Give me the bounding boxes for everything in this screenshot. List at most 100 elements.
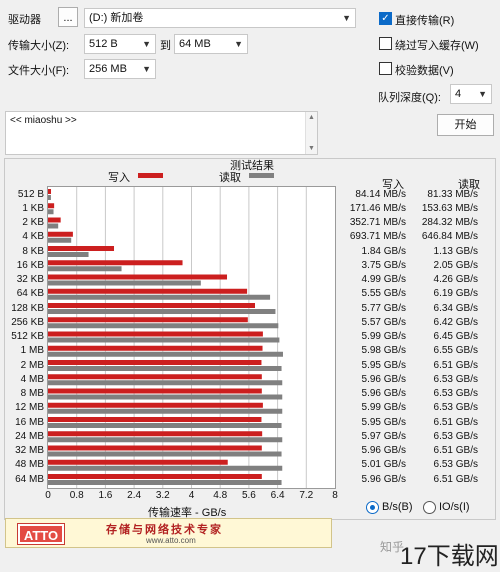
- read-bar: [48, 437, 283, 443]
- chart-plot-area: [47, 186, 336, 489]
- write-bar: [48, 274, 228, 280]
- read-value-label: 6.53 GB/s: [433, 373, 478, 385]
- read-value-label: 6.53 GB/s: [433, 430, 478, 442]
- drive-select[interactable]: (D:) 新加卷 ▼: [84, 8, 356, 28]
- write-legend-swatch: [138, 173, 163, 178]
- category-label: 1 KB: [22, 202, 44, 214]
- write-value-label: 5.95 GB/s: [361, 416, 406, 428]
- chevron-down-icon: ▼: [478, 89, 487, 99]
- write-value-label: 1.84 GB/s: [361, 245, 406, 257]
- write-bar: [48, 303, 255, 308]
- read-value-label: 1.13 GB/s: [433, 245, 478, 257]
- x-tick-label: 1.6: [98, 490, 113, 501]
- verify-label: 校验数据(V): [395, 65, 454, 77]
- read-bar: [48, 480, 282, 485]
- queue-depth-label: 队列深度(Q):: [378, 92, 441, 104]
- banner-slogan: 存储与网络技术专家: [106, 523, 223, 536]
- verify-checkbox[interactable]: [379, 62, 392, 75]
- read-value-label: 6.42 GB/s: [433, 316, 478, 328]
- unit-io-label: IO/s(I): [439, 501, 470, 513]
- chart-svg: [48, 187, 307, 488]
- start-button[interactable]: 开始: [437, 114, 494, 136]
- read-bar: [48, 195, 51, 200]
- drive-browse-button[interactable]: ...: [58, 7, 78, 27]
- category-label: 32 MB: [15, 445, 44, 456]
- write-value-label: 5.98 GB/s: [361, 345, 406, 357]
- read-bar: [48, 280, 201, 286]
- read-bar: [48, 451, 282, 457]
- scroll-up-icon[interactable]: ▲: [308, 114, 315, 121]
- read-bar: [48, 223, 59, 229]
- description-textarea[interactable]: << miaoshu >> ▲ ▼: [5, 111, 318, 155]
- x-tick-label: 8: [332, 490, 338, 501]
- unit-bs-radio[interactable]: [366, 501, 379, 514]
- write-value-label: 5.96 GB/s: [361, 373, 406, 385]
- read-bar: [48, 465, 283, 471]
- queue-depth-select[interactable]: 4 ▼: [450, 84, 492, 104]
- chevron-down-icon: ▼: [342, 13, 351, 23]
- write-value-label: 5.99 GB/s: [361, 331, 406, 342]
- scroll-down-icon[interactable]: ▼: [308, 145, 315, 152]
- read-value-label: 6.53 GB/s: [433, 402, 478, 414]
- write-bar: [48, 288, 248, 294]
- write-bar: [48, 317, 248, 323]
- category-label: 48 MB: [15, 459, 44, 471]
- write-value-label: 5.96 GB/s: [361, 473, 406, 485]
- read-value-label: 6.34 GB/s: [433, 302, 478, 314]
- unit-io-radio[interactable]: [423, 501, 436, 514]
- read-bar: [48, 423, 282, 428]
- x-tick-label: 6.4: [270, 490, 285, 501]
- write-value-label: 84.14 MB/s: [355, 188, 406, 200]
- write-value-label: 5.57 GB/s: [361, 316, 406, 328]
- atto-banner[interactable]: ATTO 存储与网络技术专家 www.atto.com: [5, 518, 332, 548]
- read-value-label: 6.53 GB/s: [433, 459, 478, 471]
- write-value-label: 5.55 GB/s: [361, 288, 406, 300]
- read-value-label: 6.55 GB/s: [433, 345, 478, 357]
- write-bar: [48, 474, 262, 479]
- write-value-label: 5.01 GB/s: [361, 459, 406, 471]
- write-bar: [48, 217, 61, 223]
- file-size-select[interactable]: 256 MB ▼: [84, 59, 156, 79]
- category-label: 512 B: [17, 188, 44, 200]
- read-value-label: 2.05 GB/s: [433, 259, 478, 271]
- transfer-size-from-select[interactable]: 512 B ▼: [84, 34, 156, 54]
- x-tick-label: 0.8: [69, 490, 84, 501]
- write-value-label: 4.99 GB/s: [361, 274, 406, 285]
- category-label: 8 KB: [22, 245, 44, 257]
- queue-depth-value: 4: [455, 88, 462, 100]
- to-label: 到: [160, 40, 171, 52]
- category-label: 16 MB: [15, 416, 44, 428]
- category-label: 32 KB: [16, 274, 44, 285]
- write-bar: [48, 360, 262, 365]
- drive-label: 驱动器: [8, 14, 41, 26]
- x-tick-label: 5.6: [241, 490, 256, 501]
- category-label: 64 MB: [15, 473, 44, 485]
- write-value-label: 352.71 MB/s: [349, 217, 406, 228]
- category-label: 24 MB: [15, 430, 44, 442]
- category-label: 12 MB: [15, 402, 44, 414]
- read-bar: [48, 266, 122, 272]
- write-value-label: 5.95 GB/s: [361, 359, 406, 371]
- read-bar: [48, 237, 72, 243]
- read-bar: [48, 351, 283, 357]
- read-value-label: 81.33 MB/s: [427, 188, 478, 200]
- read-bar: [48, 294, 271, 300]
- write-value-label: 693.71 MB/s: [349, 231, 406, 243]
- write-bar: [48, 374, 262, 380]
- read-legend-swatch: [249, 173, 274, 178]
- unit-bs-label: B/s(B): [382, 501, 413, 513]
- write-bar: [48, 459, 228, 465]
- category-label: 256 KB: [11, 316, 44, 328]
- category-label: 4 MB: [20, 373, 44, 385]
- read-value-label: 6.51 GB/s: [433, 473, 478, 485]
- textarea-scrollbar[interactable]: ▲ ▼: [305, 112, 317, 154]
- read-value-label: 646.84 MB/s: [421, 231, 478, 243]
- direct-io-checkbox[interactable]: ✓: [379, 12, 392, 25]
- bypass-cache-checkbox[interactable]: [379, 37, 392, 50]
- write-bar: [48, 203, 55, 209]
- read-bar: [48, 252, 89, 257]
- transfer-size-to-select[interactable]: 64 MB ▼: [174, 34, 248, 54]
- read-legend-label: 读取: [219, 172, 241, 184]
- file-size-label: 文件大小(F):: [8, 65, 70, 77]
- file-size-value: 256 MB: [89, 63, 127, 75]
